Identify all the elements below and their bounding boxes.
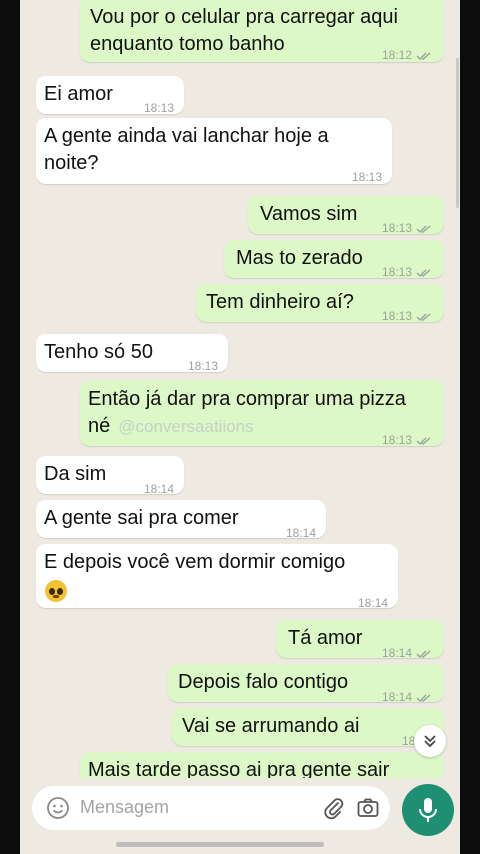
message-time: 18:13 xyxy=(381,433,412,447)
message-time: 18:14 xyxy=(143,482,174,496)
message-meta: 18:13 xyxy=(352,164,382,191)
message-meta: 18:13 xyxy=(382,259,432,286)
message-meta: 18:14 xyxy=(382,684,432,711)
double-check-icon xyxy=(416,224,432,234)
message-text: E depois você vem dormir comigo xyxy=(44,551,346,573)
message-text: Ei amor xyxy=(44,83,113,105)
message-outgoing[interactable]: Mas to zerado 18:13 xyxy=(224,240,444,279)
message-text: Vai se arrumando ai xyxy=(182,715,360,737)
double-check-icon xyxy=(416,51,432,61)
message-text: noite? xyxy=(44,152,99,174)
message-placeholder: Mensagem xyxy=(80,797,170,817)
message-text: Tenho só 50 xyxy=(44,341,153,363)
message-text: Vou por o celular pra carregar aqui xyxy=(90,6,398,28)
message-time: 18:12 xyxy=(381,48,412,62)
message-outgoing[interactable]: Então já dar pra comprar uma pizza né @co… xyxy=(80,380,444,447)
message-time: 18:14 xyxy=(381,646,412,660)
message-text-with-watermark: né @conversaatiions xyxy=(88,413,254,440)
camera-icon[interactable] xyxy=(356,796,380,825)
message-outgoing[interactable]: Vamos sim 18:13 xyxy=(248,196,444,235)
double-check-icon xyxy=(416,312,432,322)
message-time: 18:13 xyxy=(381,265,412,279)
message-outgoing[interactable]: Vou por o celular pra carregar aqui enqu… xyxy=(80,0,444,62)
message-meta: 18:13 xyxy=(188,353,218,380)
message-time: 18:13 xyxy=(381,309,412,323)
message-incoming[interactable]: Ei amor 18:13 xyxy=(36,76,184,115)
message-time: 18:13 xyxy=(381,221,412,235)
message-text: Da sim xyxy=(44,463,107,485)
message-text: Depois falo contigo xyxy=(178,671,349,693)
message-incoming[interactable]: Tenho só 50 18:13 xyxy=(36,334,228,373)
message-outgoing[interactable]: Depois falo contigo 18:14 xyxy=(168,664,444,704)
message-incoming[interactable]: A gente sai pra comer 18:14 xyxy=(36,500,326,540)
message-meta: 18:13 xyxy=(382,215,432,242)
message-time: 18:13 xyxy=(187,359,218,373)
emoji-mouth xyxy=(53,595,59,598)
message-time: 18:14 xyxy=(357,596,388,610)
message-meta: 18:14 xyxy=(286,520,316,547)
double-check-icon xyxy=(416,693,432,703)
message-text: Vamos sim xyxy=(260,203,358,225)
message-time: 18:14 xyxy=(381,690,412,704)
message-incoming[interactable]: Da sim 18:14 xyxy=(36,456,184,496)
message-meta: 18:14 xyxy=(144,476,174,503)
message-text: Tem dinheiro aí? xyxy=(206,291,354,313)
double-check-icon xyxy=(416,649,432,659)
pleading-face-emoji xyxy=(45,580,67,602)
watermark-text: @conversaatiions xyxy=(118,417,254,436)
message-text: A gente sai pra comer xyxy=(44,507,239,529)
message-meta: 18:12 xyxy=(382,42,432,69)
double-check-icon xyxy=(416,268,432,278)
message-outgoing[interactable]: Tá amor 18:14 xyxy=(276,620,444,660)
mic-icon xyxy=(419,798,437,822)
double-chevron-down-icon xyxy=(424,735,436,748)
message-text: Tá amor xyxy=(288,627,363,649)
attach-icon[interactable] xyxy=(322,796,346,825)
message-text: Então já dar pra comprar uma pizza xyxy=(88,388,406,410)
message-meta: 18:13 xyxy=(382,427,432,454)
message-text: né xyxy=(88,415,111,437)
mic-button[interactable] xyxy=(402,784,454,836)
scroll-to-bottom-button[interactable] xyxy=(414,725,446,757)
scrollbar[interactable] xyxy=(456,58,459,208)
message-meta: 18:13 xyxy=(382,303,432,330)
message-outgoing[interactable]: Vai se arrumando ai 18:14 xyxy=(172,708,444,748)
message-meta: 18:14 xyxy=(358,590,388,617)
message-outgoing[interactable]: Tem dinheiro aí? 18:13 xyxy=(196,284,444,323)
message-meta: 18:14 xyxy=(382,640,432,667)
message-text: enquanto tomo banho xyxy=(90,33,285,55)
home-indicator[interactable] xyxy=(116,842,324,847)
message-input[interactable]: Mensagem xyxy=(32,786,390,830)
message-incoming[interactable]: A gente ainda vai lanchar hoje a noite? … xyxy=(36,118,392,184)
message-text: Mas to zerado xyxy=(236,247,363,269)
double-check-icon xyxy=(416,436,432,446)
message-time: 18:14 xyxy=(285,526,316,540)
emoji-icon[interactable] xyxy=(46,796,70,825)
chat-screen: Vou por o celular pra carregar aqui enqu… xyxy=(20,0,460,854)
message-text: A gente ainda vai lanchar hoje a xyxy=(44,125,329,147)
message-time: 18:13 xyxy=(351,170,382,184)
message-incoming[interactable]: E depois você vem dormir comigo 18:14 xyxy=(36,544,398,610)
